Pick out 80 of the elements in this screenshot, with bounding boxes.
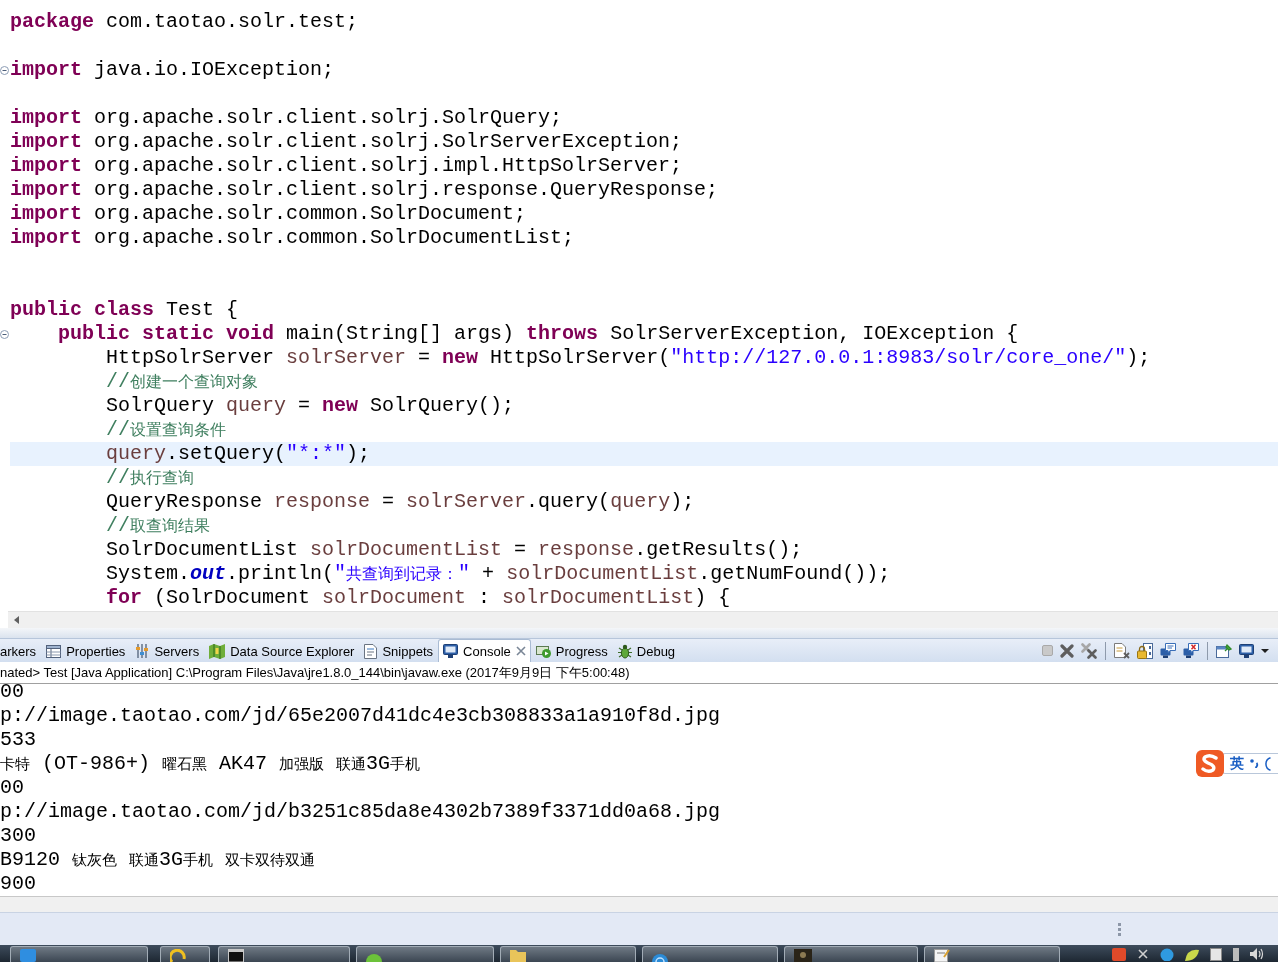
table-icon	[46, 644, 62, 658]
x-mark-icon[interactable]	[1060, 643, 1074, 658]
bug-icon	[617, 643, 632, 659]
punctuation-icon[interactable]	[1250, 759, 1259, 768]
console-line: 00	[0, 684, 24, 703]
tray-icon[interactable]	[1185, 948, 1199, 961]
folder-icon	[510, 949, 526, 962]
taskbar-button[interactable]	[500, 946, 636, 962]
app-icon	[20, 949, 36, 962]
view-tab[interactable]: Data Source Explorer	[204, 639, 360, 662]
document-lock-icon[interactable]	[1137, 642, 1153, 659]
progress-icon	[535, 644, 551, 658]
code-line: //执行查询	[106, 466, 195, 489]
monitor-icon	[443, 644, 459, 658]
code-line: public static void main(String[] args) throws SolrServerException, IOException {	[58, 322, 1019, 345]
code-line: import org.apache.solr.common.SolrDocumentList;	[10, 226, 575, 249]
tray-icon[interactable]	[1137, 948, 1149, 960]
code-line: import org.apache.solr.client.solrj.SolrServerException;	[10, 130, 683, 153]
code-line: //设置查询条件	[106, 418, 227, 441]
code-line: import org.apache.solr.client.solrj.response.QueryResponse;	[10, 178, 719, 201]
console-line: p://image.taotao.com/jd/b3251c85da8e4302b7389f3371dd0a68.jpg	[0, 800, 721, 823]
grip-icon[interactable]	[1118, 922, 1121, 936]
console-line: 300	[0, 824, 36, 847]
taskbar-button[interactable]	[218, 946, 350, 962]
console-line: 533	[0, 728, 36, 751]
speaker-icon[interactable]	[1250, 948, 1264, 960]
view-tab[interactable]: arkers	[0, 639, 42, 662]
close-icon[interactable]	[515, 646, 526, 656]
notepad-icon	[934, 949, 950, 962]
code-line: SolrDocumentList solrDocumentList = response.getResults();	[106, 538, 803, 561]
collapse-icon[interactable]	[0, 329, 9, 339]
code-line: System.out.println("共查询到记录：" + solrDocumentList.getNumFound());	[106, 562, 891, 585]
sliders-icon	[135, 644, 150, 658]
console-line: 00	[0, 776, 24, 799]
monitor-icon[interactable]	[1239, 643, 1254, 658]
taskbar-button[interactable]	[160, 946, 210, 962]
process-label: nated> Test [Java Application] C:\Program Files\Java\jre1.8.0_144\bin\javaw.exe (2017年9月9日 下午5:00:48)	[0, 663, 630, 682]
console-line: p://image.taotao.com/jd/65e2007d41dc4e3cb308833a1a910f8d.jpg	[0, 704, 721, 727]
document-x-icon[interactable]	[1114, 642, 1130, 659]
console-line: B9120 钛灰色 联通3G手机 双卡双待双通	[0, 848, 316, 871]
collapse-icon[interactable]	[0, 65, 9, 75]
monitor-x-icon[interactable]	[1183, 643, 1199, 658]
horizontal-scrollbar[interactable]	[0, 896, 1278, 912]
code-line: import org.apache.solr.client.solrj.SolrQuery;	[10, 106, 563, 129]
view-tab[interactable]: Progress	[530, 639, 613, 662]
monitor-bubble-icon[interactable]	[1160, 643, 1176, 658]
view-tab[interactable]: Console	[438, 639, 531, 662]
code-line: QueryResponse response = solrServer.query(query);	[106, 490, 695, 513]
code-line: for (SolrDocument solrDocument : solrDocumentList) {	[106, 586, 731, 609]
tray-icon[interactable]	[1160, 948, 1174, 961]
taskbar-button[interactable]	[784, 946, 918, 962]
left-arrow-icon[interactable]	[14, 616, 19, 624]
view-tab[interactable]: Snippets	[359, 639, 439, 662]
taskbar-button[interactable]	[924, 946, 1060, 962]
code-line: package com.taotao.solr.test;	[10, 10, 359, 33]
console-line: 卡特 (OT-986+) 曜石黑 AK47 加强版 联通3G手机	[0, 752, 421, 775]
code-line: import org.apache.solr.client.solrj.impl.HttpSolrServer;	[10, 154, 683, 177]
console-line: 900	[0, 872, 36, 895]
image-thumbnail-icon	[794, 949, 812, 962]
double-x-icon[interactable]	[1081, 642, 1097, 659]
map-icon	[209, 643, 226, 659]
horizontal-scrollbar[interactable]	[8, 611, 1278, 628]
code-line: import java.io.IOException;	[10, 58, 335, 81]
view-tab[interactable]: Servers	[130, 639, 205, 662]
document-icon	[364, 643, 378, 659]
view-tab[interactable]: Debug	[612, 639, 681, 662]
terminal-icon	[228, 949, 244, 962]
caret-icon[interactable]	[1261, 648, 1269, 653]
input-mode-label[interactable]: 英	[1230, 754, 1244, 773]
code-line: //取查询结果	[106, 514, 211, 537]
logo-icon[interactable]	[1196, 750, 1224, 777]
code-line: import org.apache.solr.common.SolrDocument;	[10, 202, 527, 225]
code-line: //创建一个查询对象	[106, 370, 259, 393]
arc-icon[interactable]	[1265, 756, 1271, 771]
code-line: public class Test {	[10, 298, 239, 321]
code-line: SolrQuery query = new SolrQuery();	[106, 394, 515, 417]
view-tab[interactable]: Properties	[41, 639, 131, 662]
arc-icon	[170, 949, 186, 962]
code-line: query.setQuery("*:*");	[106, 442, 371, 465]
code-line: HttpSolrServer solrServer = new HttpSolrServer("http://127.0.0.1:8983/solr/core_one/");	[106, 346, 1151, 369]
